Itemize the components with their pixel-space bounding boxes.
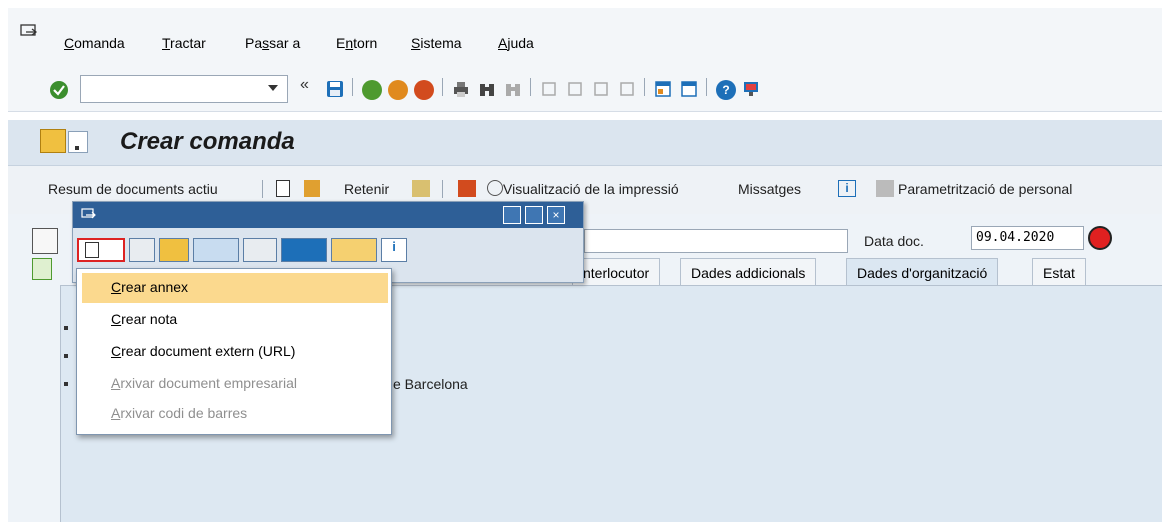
maximize-icon[interactable]	[525, 206, 543, 224]
chevron-down-icon[interactable]	[268, 85, 278, 91]
print-preview-icon[interactable]	[487, 180, 503, 196]
menu-icon[interactable]	[20, 24, 40, 40]
save-icon[interactable]	[326, 80, 346, 100]
menu-entorn[interactable]: Entorn	[336, 35, 377, 51]
print-icon[interactable]	[452, 80, 472, 100]
minimize-icon[interactable]	[503, 206, 521, 224]
hold-button[interactable]: Retenir	[344, 181, 389, 197]
command-field[interactable]	[80, 75, 288, 103]
cancel-icon[interactable]	[414, 80, 434, 100]
previous-page-icon	[566, 80, 586, 100]
layout-menu-icon[interactable]	[742, 80, 762, 100]
enter-check-icon[interactable]	[50, 81, 68, 99]
menu-tractar[interactable]: Tractar	[162, 35, 206, 51]
services-for-object-icon[interactable]	[40, 129, 66, 153]
print-preview-button[interactable]: Visualització de la impressió	[503, 181, 679, 197]
messages-icon[interactable]	[458, 180, 476, 197]
menu-comanda[interactable]: Comanda	[64, 35, 125, 51]
tab-estat[interactable]: Estat	[1032, 258, 1086, 286]
menu-passar-a[interactable]: Passar a	[245, 35, 300, 51]
relationships-icon	[243, 238, 277, 262]
create-attachment-button[interactable]	[77, 238, 125, 262]
edit-note-icon[interactable]	[159, 238, 189, 262]
tab-dades-organitzacio[interactable]: Dades d'organització	[846, 258, 999, 286]
attachment-list-icon	[129, 238, 155, 262]
help-icon[interactable]: ?	[716, 80, 736, 100]
personal-settings-button[interactable]: Parametrització de personal	[898, 181, 1072, 197]
check-icon[interactable]	[412, 180, 430, 197]
menu-ajuda[interactable]: Ajuda	[498, 35, 534, 51]
menu-item-crear-document-extern[interactable]: Crear document extern (URL)	[82, 337, 388, 367]
find-icon[interactable]	[478, 80, 498, 100]
next-page-icon	[592, 80, 612, 100]
cart-icon[interactable]	[32, 228, 58, 254]
info-icon[interactable]: i	[838, 180, 856, 197]
create-icon	[85, 242, 99, 258]
collapse-icon[interactable]: «	[300, 76, 320, 96]
org-value-text: e Barcelona	[393, 376, 468, 392]
exit-icon[interactable]	[388, 80, 408, 100]
doc-date-label: Data doc.	[864, 233, 924, 249]
info-icon[interactable]: i	[381, 238, 407, 262]
tab-dades-addicionals[interactable]: Dades addicionals	[680, 258, 817, 286]
first-page-icon	[540, 80, 560, 100]
page-title: Crear comanda	[120, 128, 295, 155]
document-field[interactable]	[584, 229, 848, 253]
create-dropdown-menu: Crear annex Crear nota Crear document ex…	[76, 268, 392, 435]
find-next-icon	[504, 80, 524, 100]
close-icon[interactable]: ×	[547, 206, 565, 224]
favorites-icon[interactable]	[331, 238, 377, 262]
menu-item-crear-annex[interactable]: Crear annex	[82, 273, 388, 303]
back-icon[interactable]	[362, 80, 382, 100]
status-icon	[1088, 226, 1112, 250]
forward-icon[interactable]	[281, 238, 327, 262]
menu-item-arxivar-codi: Arxivar codi de barres	[111, 405, 248, 421]
doc-date-field[interactable]: 09.04.2020	[971, 226, 1084, 250]
menu-icon	[81, 208, 97, 222]
messages-button[interactable]: Missatges	[738, 181, 801, 197]
personal-settings-icon[interactable]	[876, 180, 894, 197]
open-icon[interactable]	[304, 180, 320, 197]
new-session-icon[interactable]	[654, 80, 674, 100]
create-icon[interactable]	[276, 180, 290, 197]
chevron-down-icon[interactable]	[68, 131, 88, 153]
document-icon[interactable]	[32, 258, 52, 280]
document-overview-button[interactable]: Resum de documents actiu	[48, 181, 218, 197]
workflow-icon[interactable]	[193, 238, 239, 262]
last-page-icon	[618, 80, 638, 100]
menu-item-crear-nota[interactable]: Crear nota	[82, 305, 388, 335]
menu-sistema[interactable]: Sistema	[411, 35, 462, 51]
shortcut-icon[interactable]	[680, 80, 700, 100]
tab-interlocutor[interactable]: nterlocutor	[572, 258, 661, 286]
menu-item-arxivar-document: Arxivar document empresarial	[111, 375, 297, 391]
